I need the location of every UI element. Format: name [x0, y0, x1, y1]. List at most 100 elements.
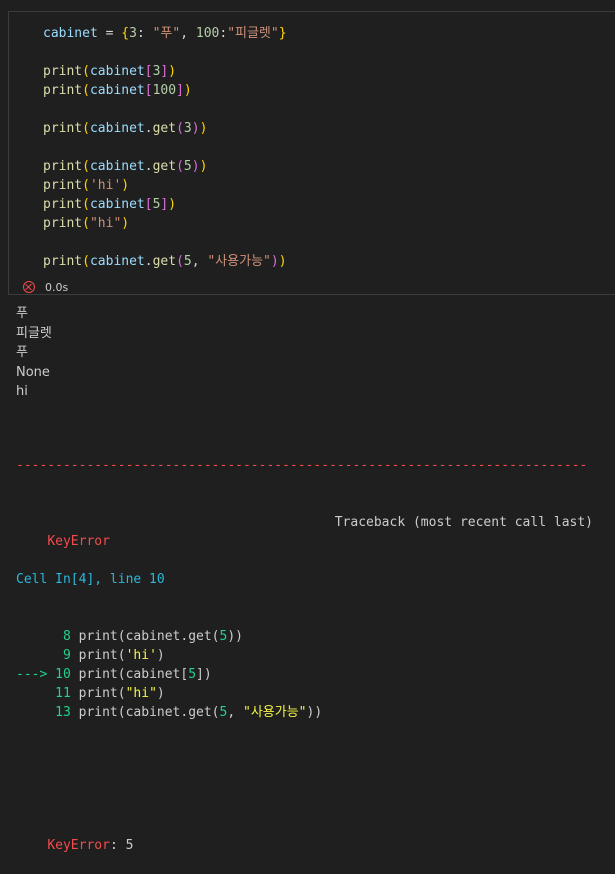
execution-time: 0.0s	[45, 280, 69, 294]
code-token: )	[168, 64, 177, 79]
code-token: (	[82, 159, 90, 174]
output-line: 푸	[16, 306, 28, 321]
code-line: print(cabinet.get(3))	[43, 119, 287, 138]
code-token: :	[136, 26, 153, 41]
code-token: 11	[16, 686, 79, 701]
code-token: "사용가능"	[243, 705, 307, 720]
code-token: [	[144, 64, 153, 79]
code-token: 100	[152, 83, 177, 98]
code-token: 100	[195, 26, 220, 41]
code-token: 3	[129, 26, 137, 41]
cell-output: 푸 피글렛 푸 None hi	[16, 304, 52, 402]
code-token: )	[199, 121, 208, 136]
code-token: {	[121, 26, 130, 41]
code-token: "피글렛"	[227, 26, 279, 41]
code-token: ))	[227, 629, 243, 644]
execution-status: 0.0s	[23, 278, 68, 296]
code-token: (	[82, 216, 90, 231]
code-token: }	[278, 26, 287, 41]
code-line: print(cabinet[100])	[43, 81, 287, 100]
traceback-separator: ----------------------------------------…	[16, 458, 588, 473]
code-token: (	[82, 64, 90, 79]
code-token: print	[43, 178, 83, 193]
code-token: print	[43, 121, 83, 136]
code-cell[interactable]: cabinet = {3: "푸", 100:"피글렛"} print(cabin…	[8, 11, 615, 295]
code-token: (	[82, 254, 90, 269]
code-line: print('hi')	[43, 176, 287, 195]
code-token: get	[152, 254, 177, 269]
code-token: ]	[176, 83, 184, 98]
code-token: 5	[188, 667, 197, 682]
code-token: 13	[16, 705, 79, 720]
code-token: ])	[196, 667, 212, 682]
code-token: )	[156, 648, 165, 663]
code-token: [	[144, 197, 153, 212]
code-token: )	[270, 254, 279, 269]
code-token: 8	[16, 629, 79, 644]
cell-reference[interactable]: Cell In[4], line 10	[16, 570, 596, 589]
code-token: get	[152, 121, 177, 136]
code-token: ,	[191, 254, 208, 269]
code-token: =	[97, 26, 122, 41]
traceback-frame-line: 9 print('hi')	[16, 646, 596, 665]
code-line: print(cabinet.get(5, "사용가능"))	[43, 252, 287, 271]
code-token: )	[168, 197, 177, 212]
final-error: KeyError: 5	[16, 817, 596, 853]
code-token: (	[82, 178, 90, 193]
code-token: ))	[306, 705, 323, 720]
code-line: cabinet = {3: "푸", 100:"피글렛"}	[43, 24, 287, 43]
code-token: (	[176, 121, 184, 136]
code-token: .	[144, 159, 153, 174]
code-token: )	[156, 686, 165, 701]
code-token: .	[144, 121, 153, 136]
output-line: None	[16, 364, 50, 380]
code-token: cabinet	[89, 64, 145, 79]
code-token: 'hi'	[125, 648, 157, 663]
code-token: )	[191, 159, 200, 174]
code-token: print	[43, 159, 83, 174]
code-token: )	[121, 216, 130, 231]
code-token: )	[199, 159, 208, 174]
code-token: (	[176, 159, 184, 174]
code-token: cabinet	[89, 83, 145, 98]
code-token: .	[144, 254, 153, 269]
output-line: hi	[16, 384, 28, 399]
code-token: print	[43, 64, 83, 79]
traceback-frame-line: 8 print(cabinet.get(5))	[16, 627, 596, 646]
final-error-name: KeyError	[47, 838, 110, 853]
code-token: cabinet	[89, 254, 145, 269]
code-token: (	[82, 121, 90, 136]
code-token: cabinet	[89, 197, 145, 212]
code-token: ,	[180, 26, 196, 41]
traceback-title: Traceback (most recent call last)	[334, 515, 593, 530]
code-token: print(cabinet.get(	[78, 705, 220, 720]
code-token: 'hi'	[89, 178, 122, 193]
code-token: print(	[78, 648, 126, 663]
traceback-output: ----------------------------------------…	[16, 418, 596, 855]
error-circle-icon	[23, 281, 35, 293]
code-editor[interactable]: cabinet = {3: "푸", 100:"피글렛"} print(cabin…	[43, 24, 287, 271]
code-token: 5	[183, 254, 192, 269]
output-line: 피글렛	[16, 325, 52, 341]
code-token: [	[144, 83, 153, 98]
traceback-frames: 8 print(cabinet.get(5)) 9 print('hi') ---…	[16, 627, 596, 722]
code-token: )	[183, 83, 192, 98]
code-line: print(cabinet[3])	[43, 62, 287, 81]
code-token: "hi"	[89, 216, 122, 231]
traceback-header: KeyError Traceback (most recent call las…	[16, 513, 596, 549]
code-token: "hi"	[125, 686, 157, 701]
code-token: print	[43, 197, 83, 212]
code-token: ,	[227, 705, 243, 720]
code-token: 3	[183, 121, 192, 136]
code-token: cabinet	[89, 159, 145, 174]
code-token: print	[43, 216, 83, 231]
code-line: print(cabinet[5])	[43, 195, 287, 214]
code-token: get	[152, 159, 177, 174]
code-token: print(cabinet.get(	[78, 629, 220, 644]
traceback-frame-line: 11 print("hi")	[16, 684, 596, 703]
code-token: print	[43, 83, 83, 98]
